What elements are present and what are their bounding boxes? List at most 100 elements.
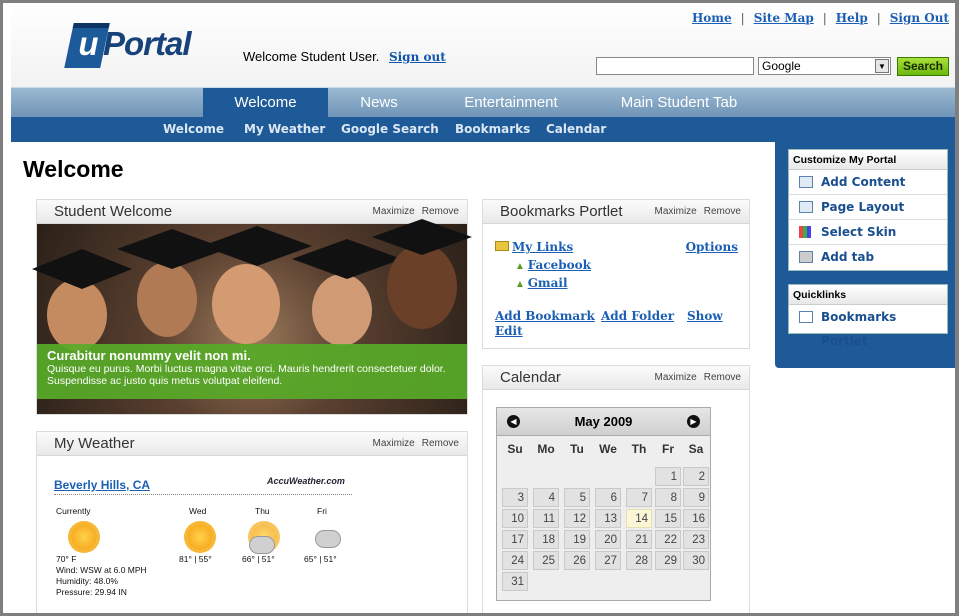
portlet-header: My Weather Maximize Remove	[37, 432, 467, 456]
calendar-day[interactable]: 22	[655, 530, 681, 549]
layout-icon	[799, 201, 813, 213]
maximize-button[interactable]: Maximize	[655, 372, 697, 383]
accuweather-logo[interactable]: AccuWeather.com	[267, 476, 345, 486]
portlet-header: Bookmarks Portlet Maximize Remove	[483, 200, 749, 224]
calendar-day[interactable]: 6	[595, 488, 621, 507]
day-temp: 66° | 51°	[242, 554, 275, 564]
welcome-text: Welcome Student User.	[243, 49, 380, 64]
calendar-day[interactable]: 21	[626, 530, 652, 549]
calendar-day[interactable]: 5	[564, 488, 590, 507]
calendar-day[interactable]: 30	[683, 551, 709, 570]
signout-link[interactable]: Sign out	[389, 50, 446, 64]
portlet-header: Student Welcome Maximize Remove	[37, 200, 467, 224]
maximize-button[interactable]: Maximize	[655, 206, 697, 217]
remove-button[interactable]: Remove	[422, 438, 459, 449]
calendar-day[interactable]: 29	[655, 551, 681, 570]
next-month-icon[interactable]: ▶	[687, 415, 700, 428]
maximize-button[interactable]: Maximize	[373, 438, 415, 449]
day-label: Fri	[317, 506, 327, 516]
calendar-day[interactable]: 13	[595, 509, 621, 528]
bookmark-facebook[interactable]: Facebook	[528, 258, 591, 272]
pressure-text: Pressure: 29.94 IN	[56, 587, 127, 597]
calendar-day[interactable]: 20	[595, 530, 621, 549]
tab-news[interactable]: News	[329, 88, 429, 118]
calendar-day[interactable]: 24	[502, 551, 528, 570]
calendar-day[interactable]: 25	[533, 551, 559, 570]
tab-entertainment[interactable]: Entertainment	[441, 88, 581, 118]
humidity-text: Humidity: 48.0%	[56, 576, 118, 586]
maximize-button[interactable]: Maximize	[373, 206, 415, 217]
calendar-day[interactable]: 15	[655, 509, 681, 528]
subnav-my-weather[interactable]: My Weather	[244, 117, 325, 142]
my-weather-portlet: My Weather Maximize Remove Beverly Hills,…	[36, 431, 468, 613]
home-link[interactable]: Home	[692, 11, 732, 25]
site-map-link[interactable]: Site Map	[754, 11, 814, 25]
bookmark-gmail[interactable]: Gmail	[528, 276, 568, 290]
add-tab-icon	[799, 251, 813, 263]
calendar-day[interactable]: 11	[533, 509, 559, 528]
calendar-day[interactable]: 9	[683, 488, 709, 507]
add-content-icon	[799, 176, 813, 188]
show-edit-link[interactable]: Show	[687, 309, 723, 323]
calendar-day[interactable]: 7	[626, 488, 652, 507]
caption-title: Curabitur nonummy velit non mi.	[47, 348, 251, 363]
calendar-day[interactable]: 23	[683, 530, 709, 549]
day-temp: 81° | 55°	[179, 554, 212, 564]
help-link[interactable]: Help	[836, 11, 868, 25]
calendar-day[interactable]: 8	[655, 488, 681, 507]
add-folder-link[interactable]: Add Folder	[601, 309, 674, 323]
folder-row: My Links	[495, 240, 573, 254]
calendar-day[interactable]: 18	[533, 530, 559, 549]
current-temp: 70° F	[56, 554, 77, 564]
customize-box: Customize My Portal Add Content Page Lay…	[788, 149, 948, 271]
subnav-bookmarks[interactable]: Bookmarks	[455, 117, 530, 142]
calendar-day[interactable]: 28	[626, 551, 652, 570]
search-engine-select[interactable]: Google ▼	[758, 57, 891, 75]
calendar-day[interactable]: 31	[502, 572, 528, 591]
subnav-welcome[interactable]: Welcome	[163, 117, 224, 142]
my-links-folder[interactable]: My Links	[512, 240, 573, 254]
remove-button[interactable]: Remove	[422, 206, 459, 217]
top-links: Home | Site Map | Help | Sign Out	[691, 11, 949, 25]
sign-out-link[interactable]: Sign Out	[890, 11, 949, 25]
select-skin-link[interactable]: Select Skin	[789, 220, 947, 245]
search-input[interactable]	[596, 57, 754, 75]
tab-main-student[interactable]: Main Student Tab	[599, 88, 759, 118]
weather-location-link[interactable]: Beverly Hills, CA	[54, 478, 150, 492]
calendar-day[interactable]: 1	[655, 467, 681, 486]
folder-icon	[495, 241, 509, 251]
portlet-controls: Maximize Remove	[366, 438, 459, 449]
remove-button[interactable]: Remove	[704, 206, 741, 217]
add-tab-link[interactable]: Add tab	[789, 245, 947, 270]
edit-link[interactable]: Edit	[495, 324, 523, 338]
add-content-link[interactable]: Add Content	[789, 170, 947, 195]
caption-text: Quisque eu purus. Morbi luctus magna vit…	[47, 363, 446, 387]
quicklinks-box: Quicklinks Bookmarks Portlet	[788, 284, 948, 348]
calendar-day[interactable]: 27	[595, 551, 621, 570]
calendar-day[interactable]: 16	[683, 509, 709, 528]
calendar-weekday-label: We	[599, 442, 617, 456]
uportal-logo[interactable]: u Portal	[73, 25, 191, 63]
search-button[interactable]: Search	[897, 57, 949, 76]
calendar-day[interactable]: 4	[533, 488, 559, 507]
page-layout-link[interactable]: Page Layout	[789, 195, 947, 220]
calendar-day[interactable]: 2	[683, 467, 709, 486]
calendar-day[interactable]: 14	[626, 509, 652, 528]
subnav-calendar[interactable]: Calendar	[546, 117, 606, 142]
options-link[interactable]: Options	[686, 240, 738, 254]
calendar-day[interactable]: 19	[564, 530, 590, 549]
tab-welcome[interactable]: Welcome	[203, 88, 328, 118]
subnav-google-search[interactable]: Google Search	[341, 117, 439, 142]
sun-cloud-icon	[71, 524, 97, 550]
divider	[54, 494, 352, 495]
calendar-day[interactable]: 26	[564, 551, 590, 570]
calendar-day[interactable]: 10	[502, 509, 528, 528]
add-bookmark-link[interactable]: Add Bookmark	[495, 309, 595, 323]
quicklink-bookmarks-portlet[interactable]: Bookmarks Portlet	[789, 305, 947, 348]
remove-button[interactable]: Remove	[704, 372, 741, 383]
calendar-weekday-label: Fr	[662, 442, 674, 456]
portlet-title: Calendar	[500, 369, 561, 386]
calendar-day[interactable]: 3	[502, 488, 528, 507]
calendar-day[interactable]: 12	[564, 509, 590, 528]
calendar-day[interactable]: 17	[502, 530, 528, 549]
